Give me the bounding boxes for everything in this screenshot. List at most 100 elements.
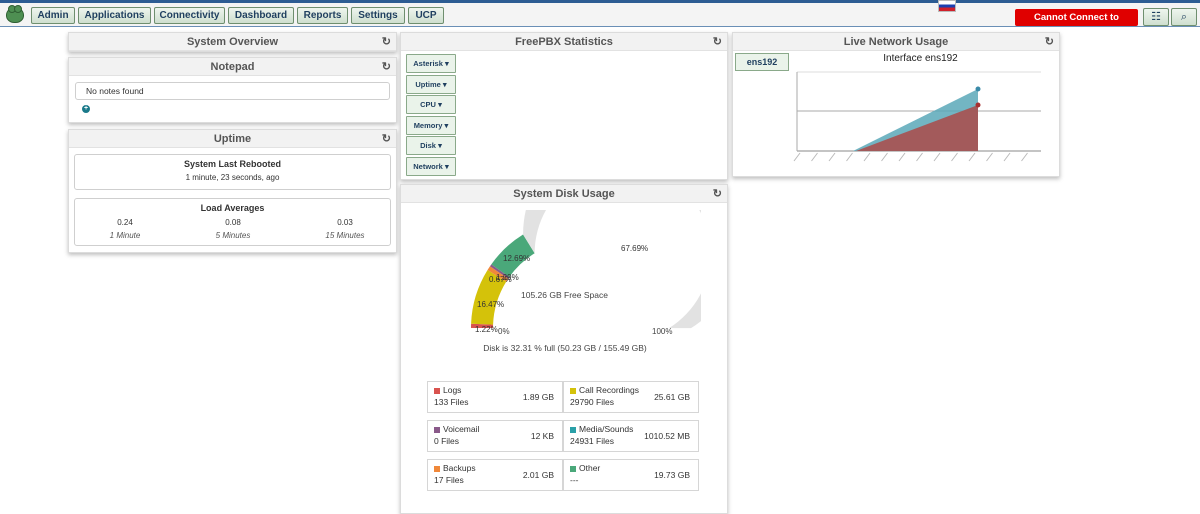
nav-settings[interactable]: Settings — [351, 7, 405, 24]
refresh-icon[interactable]: ↻ — [1045, 33, 1054, 51]
legend-size: 1010.52 MB — [644, 431, 690, 441]
nav-admin[interactable]: Admin — [31, 7, 75, 24]
legend-size: 19.73 GB — [654, 470, 690, 480]
legend-file-count: 17 Files — [434, 475, 464, 485]
network-chart — [793, 71, 1041, 162]
panel-title: Uptime — [213, 133, 252, 145]
search-icon[interactable]: ⌕ — [1171, 8, 1197, 26]
x-tick-mark — [1003, 152, 1011, 162]
x-tick-mark — [793, 152, 801, 162]
gauge-percent-label: 1.22% — [475, 325, 498, 334]
refresh-icon[interactable]: ↻ — [382, 130, 391, 148]
asterisk-alert-button[interactable]: Cannot Connect to Asterisk — [1015, 9, 1138, 40]
x-tick-mark — [846, 152, 853, 162]
notes-list: No notes found — [75, 82, 390, 100]
network-header: Live Network Usage ↻ — [733, 33, 1059, 51]
legend-size: 1.89 GB — [522, 392, 554, 402]
nav-reports[interactable]: Reports — [297, 7, 348, 24]
gauge-max-label: 100% — [652, 327, 673, 336]
legend-name: Logs — [443, 385, 462, 395]
x-tick-mark — [951, 152, 958, 162]
refresh-icon[interactable]: ↻ — [713, 185, 722, 203]
legend-name: Call Recordings — [579, 385, 639, 395]
legend-swatch — [434, 466, 440, 472]
x-tick-mark — [916, 152, 923, 162]
load-5min: 0.08 5 Minutes — [211, 218, 255, 240]
last-reboot-box: System Last Rebooted 1 minute, 23 second… — [74, 154, 391, 190]
load-15min: 0.03 15 Minutes — [319, 218, 371, 240]
disk-summary: Disk is 32.31 % full (50.23 GB / 155.49 … — [483, 343, 647, 353]
free-space-label: 105.26 GB Free Space — [521, 290, 608, 300]
nav-dashboard[interactable]: Dashboard — [228, 7, 294, 24]
series-point-1 — [975, 86, 981, 92]
load-averages-box: Load Averages 0.24 1 Minute 0.08 5 Minut… — [74, 198, 391, 246]
legend-swatch — [434, 427, 440, 433]
nav-applications[interactable]: Applications — [78, 7, 151, 24]
freepbx-header: FreePBX Statistics ↻ — [401, 33, 727, 51]
legend-item-call-recordings: Call Recordings 29790 Files 25.61 GB — [563, 381, 699, 413]
tab-network[interactable]: Network ▾ — [406, 157, 456, 176]
empty-notes-text: No notes found — [86, 86, 144, 96]
notepad-panel: Notepad ↻ No notes found + — [68, 57, 397, 123]
x-tick-mark — [933, 152, 941, 162]
legend-item-backups: Backups 17 Files 2.01 GB — [427, 459, 563, 491]
panel-title: FreePBX Statistics — [515, 36, 613, 48]
tab-label: Asterisk — [413, 59, 443, 68]
load-label: 5 Minutes — [215, 231, 251, 240]
gauge-percent-label: 67.69% — [621, 244, 648, 253]
legend-file-count: 29790 Files — [570, 397, 614, 407]
legend-file-count: 24931 Files — [570, 436, 614, 446]
legend-name: Voicemail — [443, 424, 480, 434]
panel-title: System Overview — [186, 36, 279, 48]
legend-file-count: 133 Files — [434, 397, 469, 407]
x-tick-mark — [828, 152, 836, 162]
nav-ucp[interactable]: UCP — [408, 7, 444, 24]
load-1min: 0.24 1 Minute — [103, 218, 147, 240]
tab-label: Uptime — [415, 80, 441, 89]
tab-memory[interactable]: Memory ▾ — [406, 116, 456, 135]
panel-title: System Disk Usage — [513, 188, 615, 200]
x-tick-mark — [863, 152, 871, 162]
interface-tab-ens192[interactable]: ens192 — [735, 53, 789, 71]
refresh-icon[interactable]: ↻ — [713, 33, 722, 51]
chart-title: Interface ens192 — [883, 53, 958, 64]
load-value: 0.08 — [225, 218, 241, 227]
x-tick-mark — [898, 152, 906, 162]
tab-label: Memory — [413, 121, 443, 130]
legend-size: 12 KB — [530, 431, 554, 441]
load-label: 1 Minute — [109, 231, 141, 240]
system-overview-header: System Overview ↻ — [69, 33, 396, 51]
refresh-icon[interactable]: ↻ — [382, 58, 391, 76]
language-flag-icon[interactable] — [938, 0, 956, 12]
x-tick-mark — [968, 152, 976, 162]
tab-label: Disk — [420, 141, 436, 150]
tab-uptime[interactable]: Uptime ▾ — [406, 75, 456, 94]
freepbx-logo-icon[interactable] — [6, 5, 24, 23]
legend-swatch — [570, 427, 576, 433]
legend-name: Media/Sounds — [579, 424, 634, 434]
live-network-panel: Live Network Usage ↻ ens192 Interface en… — [732, 32, 1060, 177]
top-nav-bar: Admin Applications Connectivity Dashboar… — [0, 0, 1200, 40]
legend-name: Other — [579, 463, 601, 473]
legend-swatch — [434, 388, 440, 394]
load-label: 15 Minutes — [325, 231, 365, 240]
uptime-header: Uptime ↻ — [69, 130, 396, 148]
tab-disk[interactable]: Disk ▾ — [406, 136, 456, 155]
load-value: 0.03 — [337, 218, 353, 227]
legend-item-logs: Logs 133 Files 1.89 GB — [427, 381, 563, 413]
translate-icon[interactable]: ☷ — [1143, 8, 1169, 26]
refresh-icon[interactable]: ↻ — [382, 33, 391, 51]
add-note-icon[interactable]: + — [82, 105, 90, 113]
x-tick-labels — [793, 152, 1028, 162]
tab-asterisk[interactable]: Asterisk ▾ — [406, 54, 456, 73]
gauge-percent-label: 16.47% — [477, 300, 504, 309]
legend-file-count: --- — [570, 475, 579, 485]
uptime-panel: Uptime ↻ System Last Rebooted 1 minute, … — [68, 129, 397, 253]
series-point-2 — [975, 102, 981, 108]
nav-connectivity[interactable]: Connectivity — [154, 7, 225, 24]
system-disk-usage-panel: System Disk Usage ↻ 1.22% 16.47% 0.67% 1.29… — [400, 184, 728, 514]
series-area-2 — [856, 105, 978, 151]
legend-swatch — [570, 388, 576, 394]
tab-cpu[interactable]: CPU ▾ — [406, 95, 456, 114]
legend-file-count: 0 Files — [434, 436, 460, 446]
